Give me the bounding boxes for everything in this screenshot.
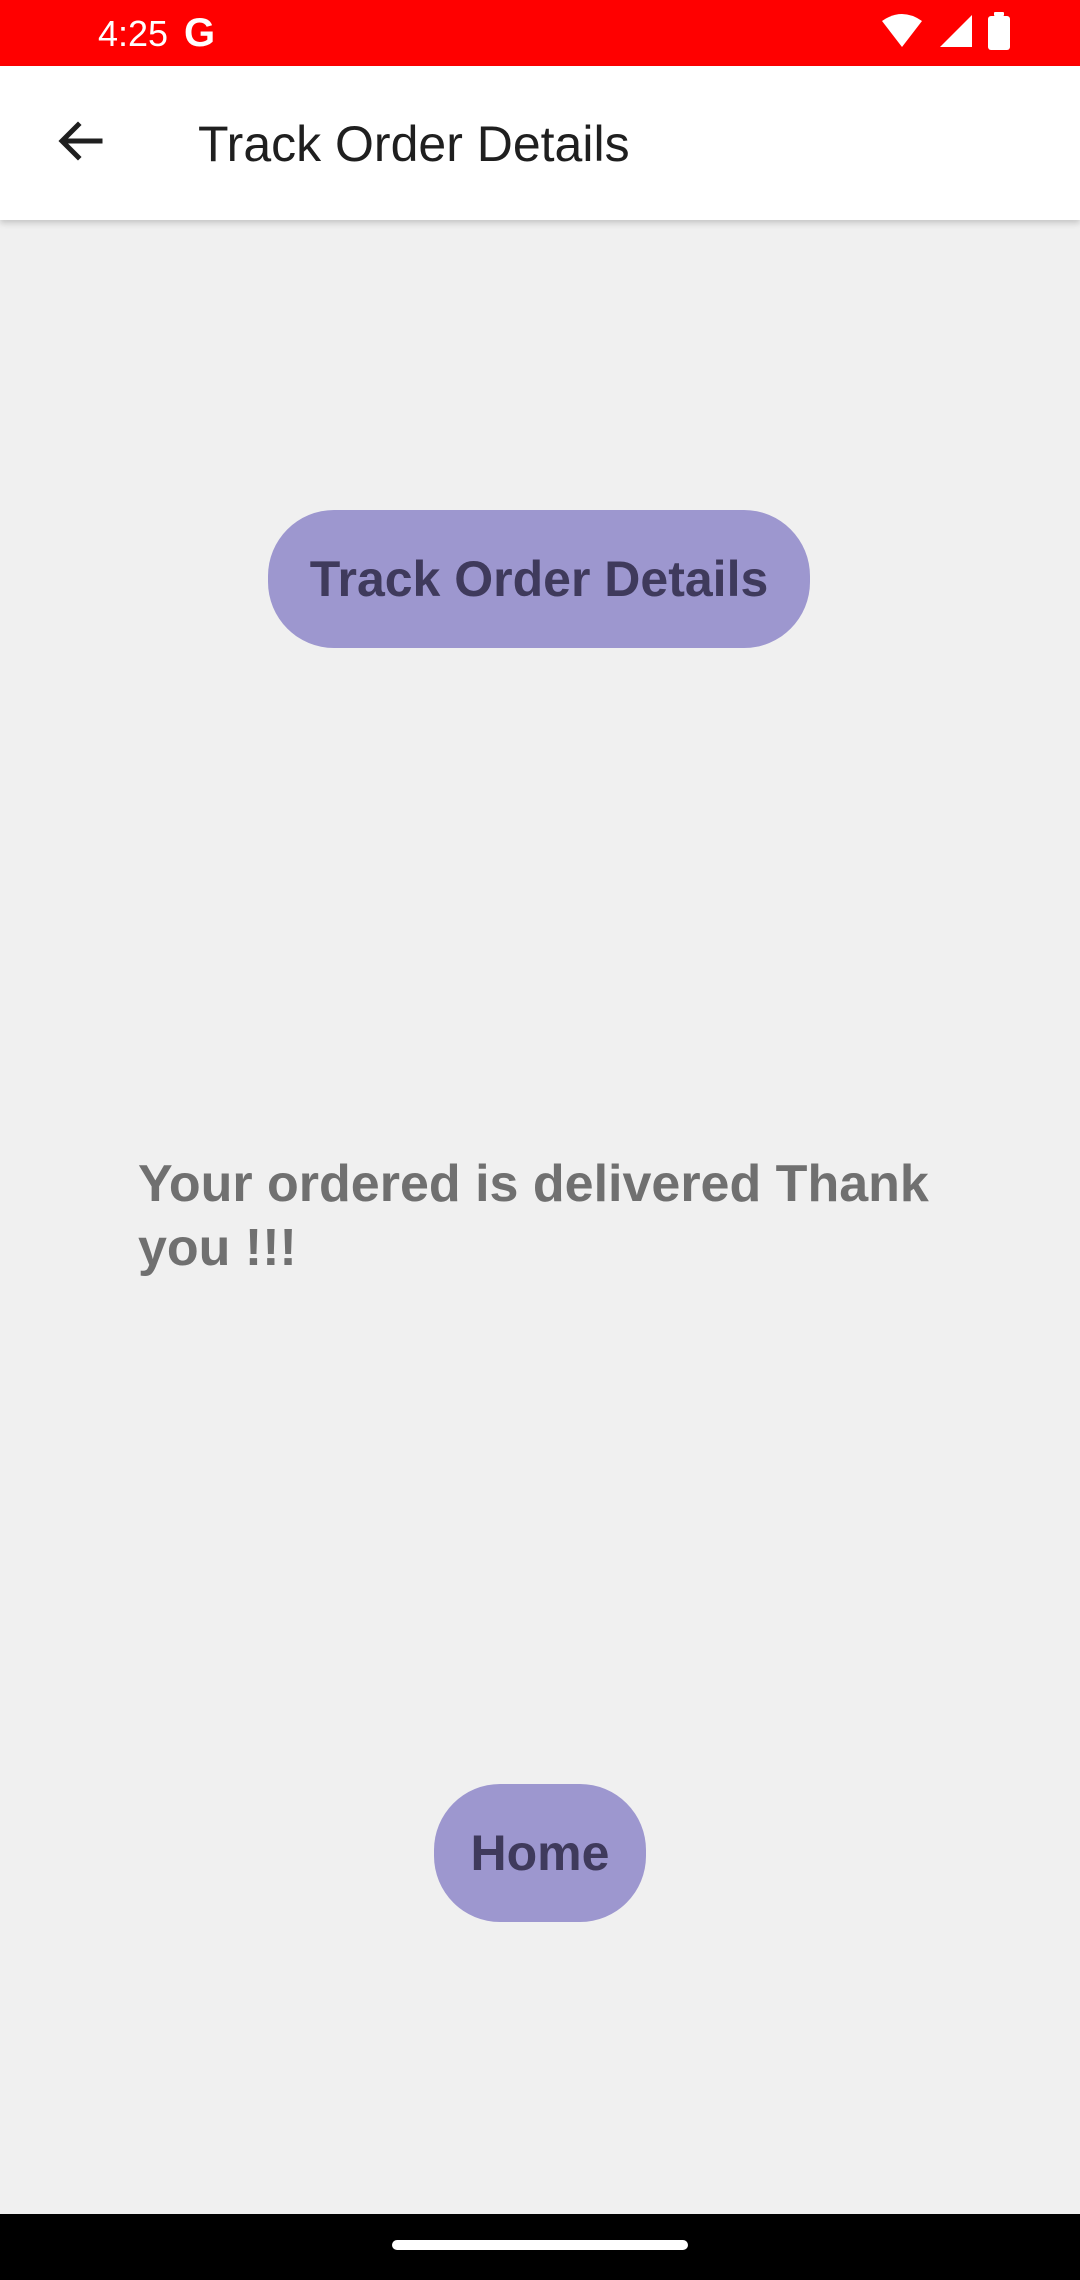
google-g-icon: G	[184, 11, 216, 55]
battery-icon	[988, 11, 1010, 55]
arrow-left-icon	[54, 115, 106, 172]
back-button[interactable]	[40, 103, 120, 183]
delivery-message: Your ordered is delivered Thank you !!!	[138, 1155, 929, 1277]
app-bar: Track Order Details	[0, 66, 1080, 220]
home-button[interactable]: Home	[434, 1784, 646, 1922]
status-bar: 4:25 G	[0, 0, 1080, 66]
status-time: 4:25	[98, 13, 169, 54]
page-title: Track Order Details	[198, 116, 630, 172]
signal-icon	[938, 13, 974, 54]
home-gesture-handle[interactable]	[392, 2240, 688, 2250]
wifi-icon	[880, 13, 924, 54]
navigation-bar	[0, 2214, 1080, 2280]
track-order-details-button[interactable]: Track Order Details	[268, 510, 810, 648]
status-icons	[880, 11, 1010, 55]
